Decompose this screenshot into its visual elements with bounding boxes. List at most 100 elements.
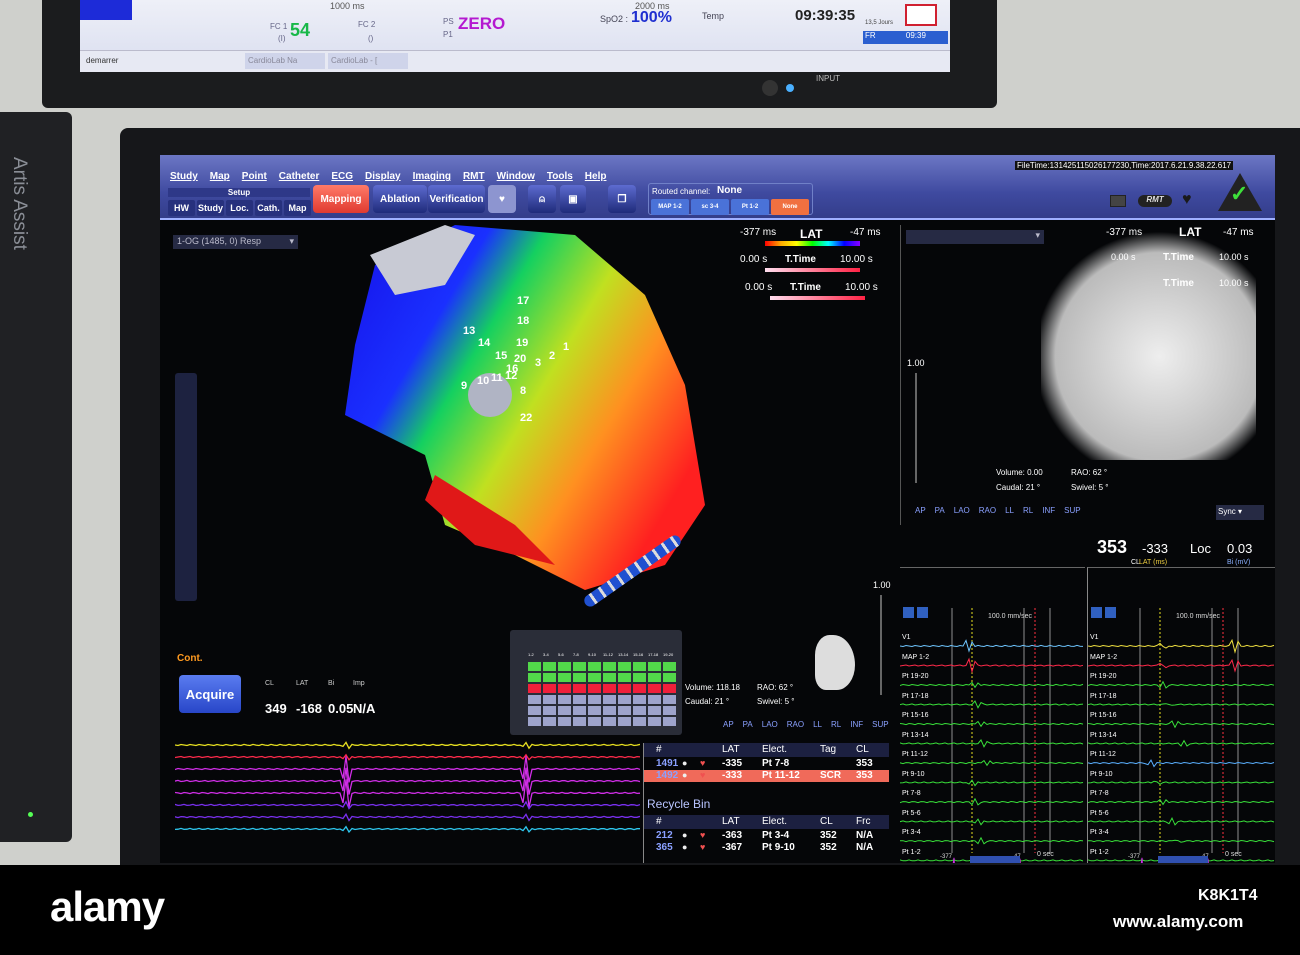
mode-mapping-button[interactable]: Mapping [313,185,369,213]
view-lao-button[interactable]: LAO [954,506,970,515]
column-header[interactable]: Frc [856,816,870,827]
taskbar-item[interactable]: CardioLab - [ [328,53,408,69]
map-3d-view[interactable]: 1-OG (1485, 0) Resp ▾ 17 18 13 14 19 15 20 2 1 3 16… [165,225,895,735]
menu-item-help[interactable]: Help [585,171,607,182]
column-header[interactable]: # [656,744,662,755]
ecg-trace [900,739,1084,748]
heart-tool-button[interactable]: ♥ [488,185,516,213]
channel-label-pt-5-6: Pt 5-6 [902,809,921,817]
view-sup-button[interactable]: SUP [1064,506,1080,515]
electrode-cell [663,717,676,726]
view-rl-button[interactable]: RL [831,720,841,729]
view-inf-button[interactable]: INF [850,720,863,729]
power-led [28,812,33,817]
electrode-cell [648,695,661,704]
sync-dropdown[interactable]: Sync ▾ [1216,505,1264,520]
view-sup-button[interactable]: SUP [872,720,888,729]
record-tool-button[interactable]: ▣ [560,185,586,213]
side-3d-view[interactable]: ▾ -377 ms LAT -47 ms 0.00 s T.Time 10.00… [900,225,1275,525]
channel-button[interactable]: sc 3-4 [691,199,729,215]
ecg-trace [175,825,640,834]
table-row[interactable]: 1492 ● ♥ -333 Pt 11-12 SCR 353 [644,770,889,782]
zoom-slider[interactable] [915,373,917,483]
column-header[interactable]: CL [820,816,833,827]
start-button[interactable]: demarrer [86,56,118,65]
menu-item-display[interactable]: Display [365,171,401,182]
map-select-dropdown[interactable]: 1-OG (1485, 0) Resp ▾ [173,235,298,249]
channel-button[interactable]: MAP 1-2 [651,199,689,215]
monitor-off-icon[interactable] [1110,195,1126,207]
orientation-heart-icon [815,635,855,690]
view-select-dropdown[interactable]: ▾ [906,230,1044,244]
column-header[interactable]: # [656,816,662,827]
bell-tool-button[interactable]: ⍝ [528,185,556,213]
menu-item-map[interactable]: Map [210,171,230,182]
menu-item-imaging[interactable]: Imaging [413,171,451,182]
mode-ablation-button[interactable]: Ablation [373,185,427,213]
setup-tab-hw[interactable]: HW [168,200,195,216]
setup-tab-map[interactable]: Map [284,200,311,216]
view-inf-button[interactable]: INF [1042,506,1055,515]
view-ll-button[interactable]: LL [1005,506,1014,515]
acquire-button[interactable]: Acquire [179,675,241,713]
routed-channel-panel: Routed channel: None MAP 1-2 sc 3-4 Pt 1… [648,183,813,215]
column-header[interactable]: Elect. [762,744,787,755]
menu-item-window[interactable]: Window [497,171,535,182]
heart-map[interactable] [335,225,755,625]
setup-tab-study[interactable]: Study [197,200,224,216]
ecg-trace [900,759,1084,767]
mode-verification-button[interactable]: Verification [428,185,485,213]
ecg-scrollbar[interactable] [1158,856,1208,863]
menu-item-rmt[interactable]: RMT [463,171,485,182]
setup-tab-cath[interactable]: Cath. [255,200,282,216]
column-header[interactable]: LAT [722,744,740,755]
tool-palette[interactable] [175,373,197,601]
heart-connection-icon[interactable]: ♥ [1182,191,1192,209]
ecg-strip-bottom[interactable] [175,725,640,863]
column-header[interactable]: LAT [722,816,740,827]
menu-item-study[interactable]: Study [170,171,198,182]
channel-button[interactable]: Pt 1-2 [731,199,769,215]
ecg-scrollbar[interactable] [970,856,1020,863]
menu-item-ecg[interactable]: ECG [331,171,353,182]
menu-item-tools[interactable]: Tools [547,171,573,182]
view-rao-button[interactable]: RAO [787,720,804,729]
channel-button[interactable]: None [771,199,809,215]
view-rl-button[interactable]: RL [1023,506,1033,515]
ttime-colorbar [765,268,860,272]
taskbar-item[interactable]: CardioLab Na [245,53,325,69]
tray-lang[interactable]: FR [865,31,876,40]
column-header[interactable]: CL [856,744,869,755]
column-header[interactable]: Tag [820,744,836,755]
routed-label: Routed channel: [652,187,711,196]
rmt-button[interactable]: RMT [1138,195,1172,207]
table-row[interactable]: 1491 ● ♥ -335 Pt 7-8 353 [644,758,889,770]
setup-tab-loc[interactable]: Loc. [226,200,253,216]
ecg-panel-right[interactable]: 100.0 mm/sec V1 MAP 1-2 Pt 19-20 Pt 17-18 Pt … [1087,567,1275,863]
table-row[interactable]: 365 ● ♥ -367 Pt 9-10 352 N/A [644,842,889,854]
column-header[interactable]: Elect. [762,816,787,827]
view-ll-button[interactable]: LL [813,720,822,729]
channel-label-pt-13-14: Pt 13-14 [902,731,929,739]
electrode-cell [618,684,631,693]
power-button[interactable] [762,80,778,96]
view-lao-button[interactable]: LAO [762,720,778,729]
zoom-slider[interactable] [880,595,882,695]
view-ap-button[interactable]: AP [915,506,926,515]
view-pa-button[interactable]: PA [743,720,753,729]
left-monitor: Artis Assist [0,112,72,842]
screens-tool-button[interactable]: ❐ [608,185,636,213]
table-cell: Pt 9-10 [762,842,795,853]
view-pa-button[interactable]: PA [935,506,945,515]
menu-item-point[interactable]: Point [242,171,267,182]
view-ap-button[interactable]: AP [723,720,734,729]
table-row[interactable]: 212 ● ♥ -363 Pt 3-4 352 N/A [644,830,889,842]
view-rao-button[interactable]: RAO [979,506,996,515]
table-cell: 352 [820,830,837,841]
ecg-panel-left[interactable]: 100.0 mm/sec V1 MAP 1-2 Pt 19-20 Pt 17-18 Pt … [900,567,1085,863]
table-cell: -335 [722,758,743,769]
alarm-box[interactable] [905,4,937,26]
ttime-min: 0.00 s [745,282,773,293]
grid-col-label: 11-12 [603,652,613,657]
menu-item-catheter[interactable]: Catheter [279,171,320,182]
